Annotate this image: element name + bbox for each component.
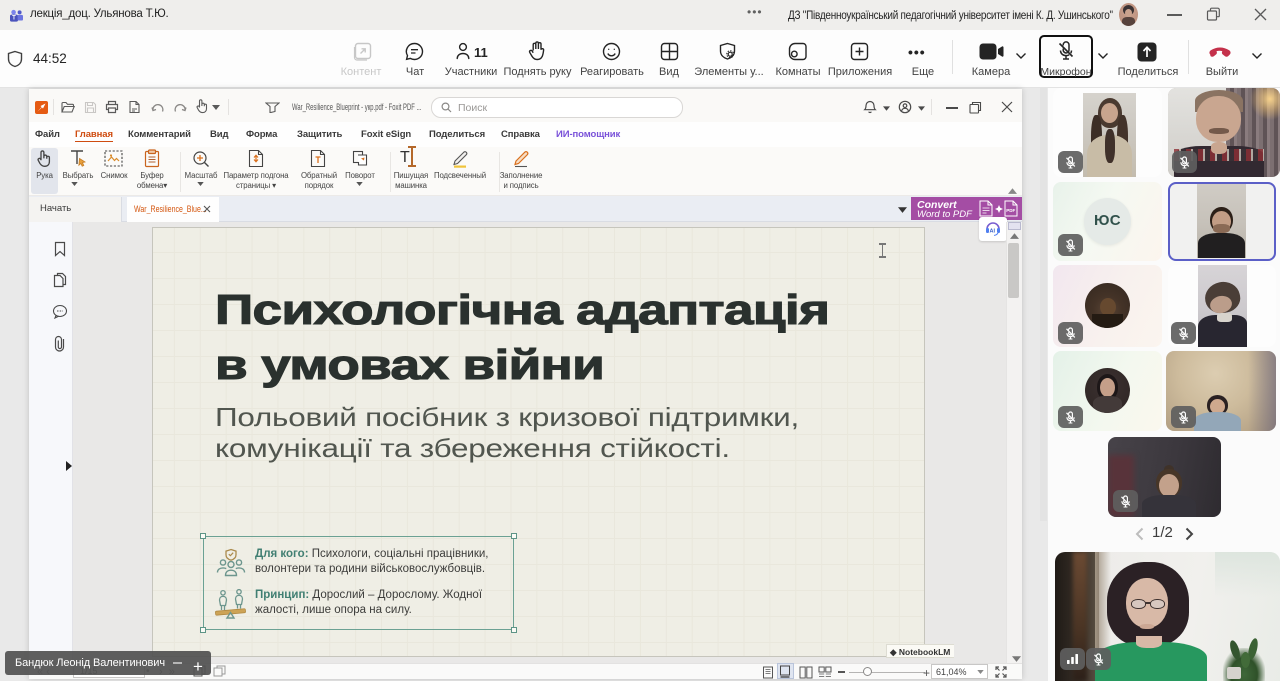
svg-text:AI: AI — [990, 229, 996, 235]
svg-text:T: T — [12, 16, 16, 22]
svg-text:PDF: PDF — [1006, 208, 1015, 213]
